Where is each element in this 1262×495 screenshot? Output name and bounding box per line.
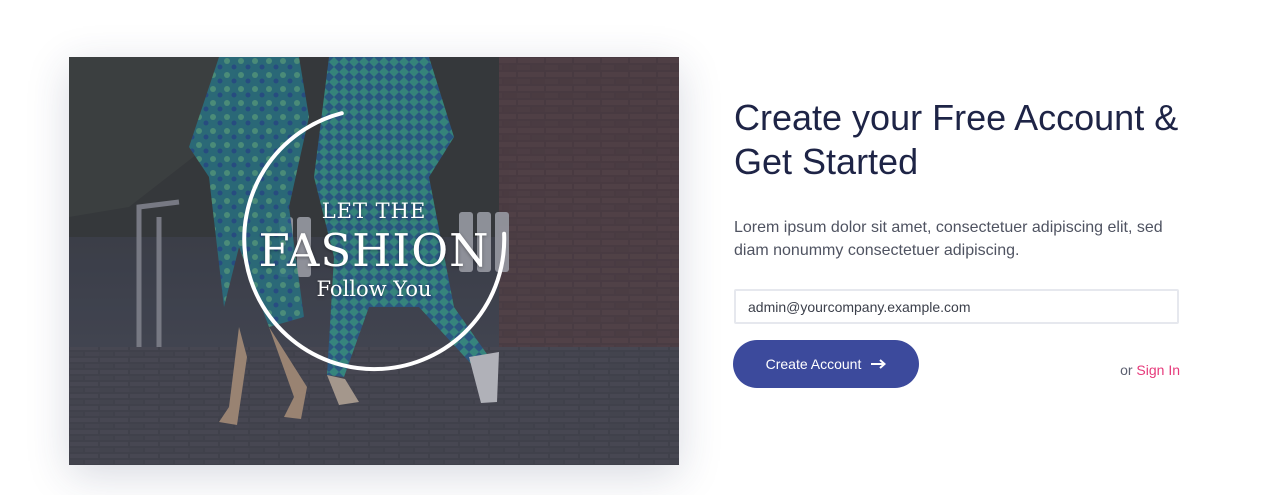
signup-panel: Create your Free Account & Get Started L… <box>733 96 1180 388</box>
hero-image: LET THE FASHION Follow You <box>69 57 679 465</box>
signin-row: or Sign In <box>1120 362 1180 378</box>
arrow-right-icon <box>871 359 887 369</box>
page-description: Lorem ipsum dolor sit amet, consectetuer… <box>734 219 1163 259</box>
or-text: or <box>1120 362 1133 378</box>
email-field[interactable] <box>734 289 1179 324</box>
create-account-button[interactable]: Create Account <box>733 340 919 388</box>
signin-link[interactable]: Sign In <box>1136 362 1180 378</box>
page-title: Create your Free Account & Get Started <box>734 97 1179 182</box>
create-account-label: Create Account <box>765 356 862 372</box>
fashion-photo <box>69 57 679 465</box>
